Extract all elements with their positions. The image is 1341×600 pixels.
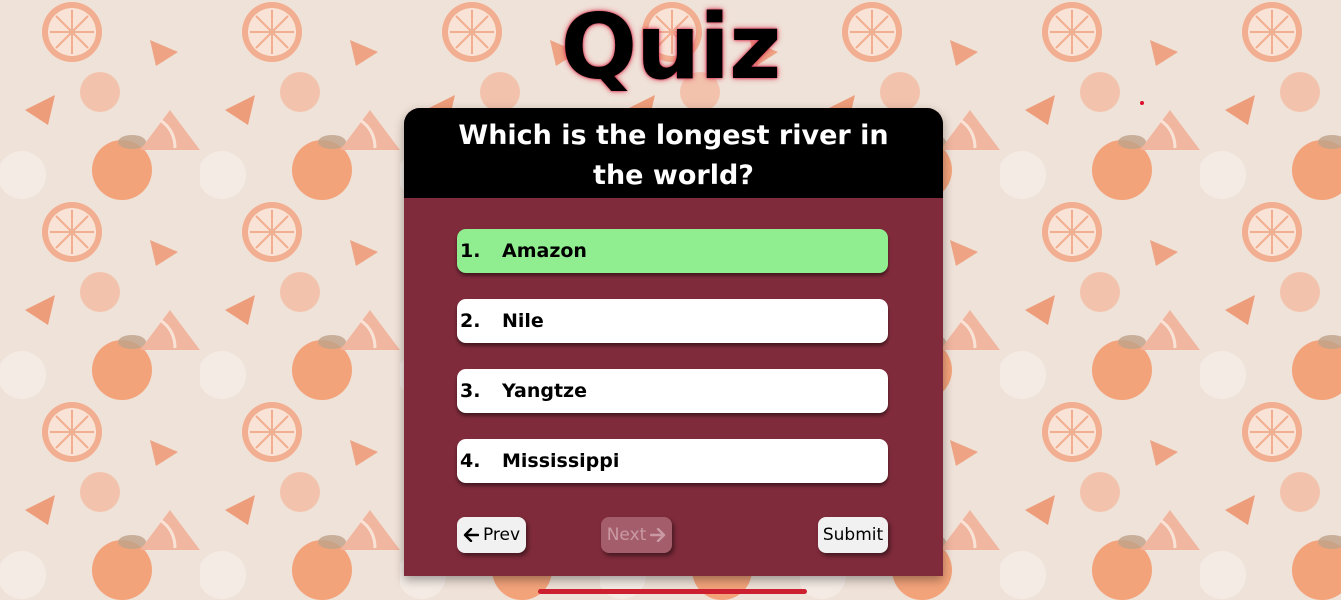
red-dot-mark bbox=[1140, 101, 1144, 105]
question-text: Which is the longest river in the world? bbox=[458, 120, 889, 191]
next-label: Next bbox=[606, 525, 647, 545]
option-number: 4. bbox=[460, 450, 481, 472]
quiz-card: Which is the longest river in the world?… bbox=[404, 108, 943, 576]
scroll-indicator[interactable] bbox=[538, 589, 807, 594]
option-label: Amazon bbox=[502, 240, 587, 262]
option-label: Nile bbox=[502, 310, 544, 332]
answer-options: 1. Amazon 2. Nile 3. Yangtze 4. Mississi… bbox=[457, 229, 888, 509]
arrow-right-icon bbox=[650, 528, 666, 542]
arrow-left-icon bbox=[463, 528, 479, 542]
option-nile[interactable]: 2. Nile bbox=[457, 299, 888, 343]
option-number: 2. bbox=[460, 310, 481, 332]
option-yangtze[interactable]: 3. Yangtze bbox=[457, 369, 888, 413]
submit-label: Submit bbox=[822, 525, 884, 545]
option-number: 1. bbox=[460, 240, 481, 262]
page-title: Quiz bbox=[560, 0, 782, 100]
option-label: Yangtze bbox=[502, 380, 587, 402]
prev-button[interactable]: Prev bbox=[457, 517, 526, 553]
option-label: Mississippi bbox=[502, 450, 620, 472]
option-amazon[interactable]: 1. Amazon bbox=[457, 229, 888, 273]
option-number: 3. bbox=[460, 380, 481, 402]
submit-button[interactable]: Submit bbox=[818, 517, 888, 553]
prev-label: Prev bbox=[482, 525, 521, 545]
next-button[interactable]: Next bbox=[601, 517, 672, 553]
option-mississippi[interactable]: 4. Mississippi bbox=[457, 439, 888, 483]
question-header: Which is the longest river in the world? bbox=[404, 108, 943, 198]
